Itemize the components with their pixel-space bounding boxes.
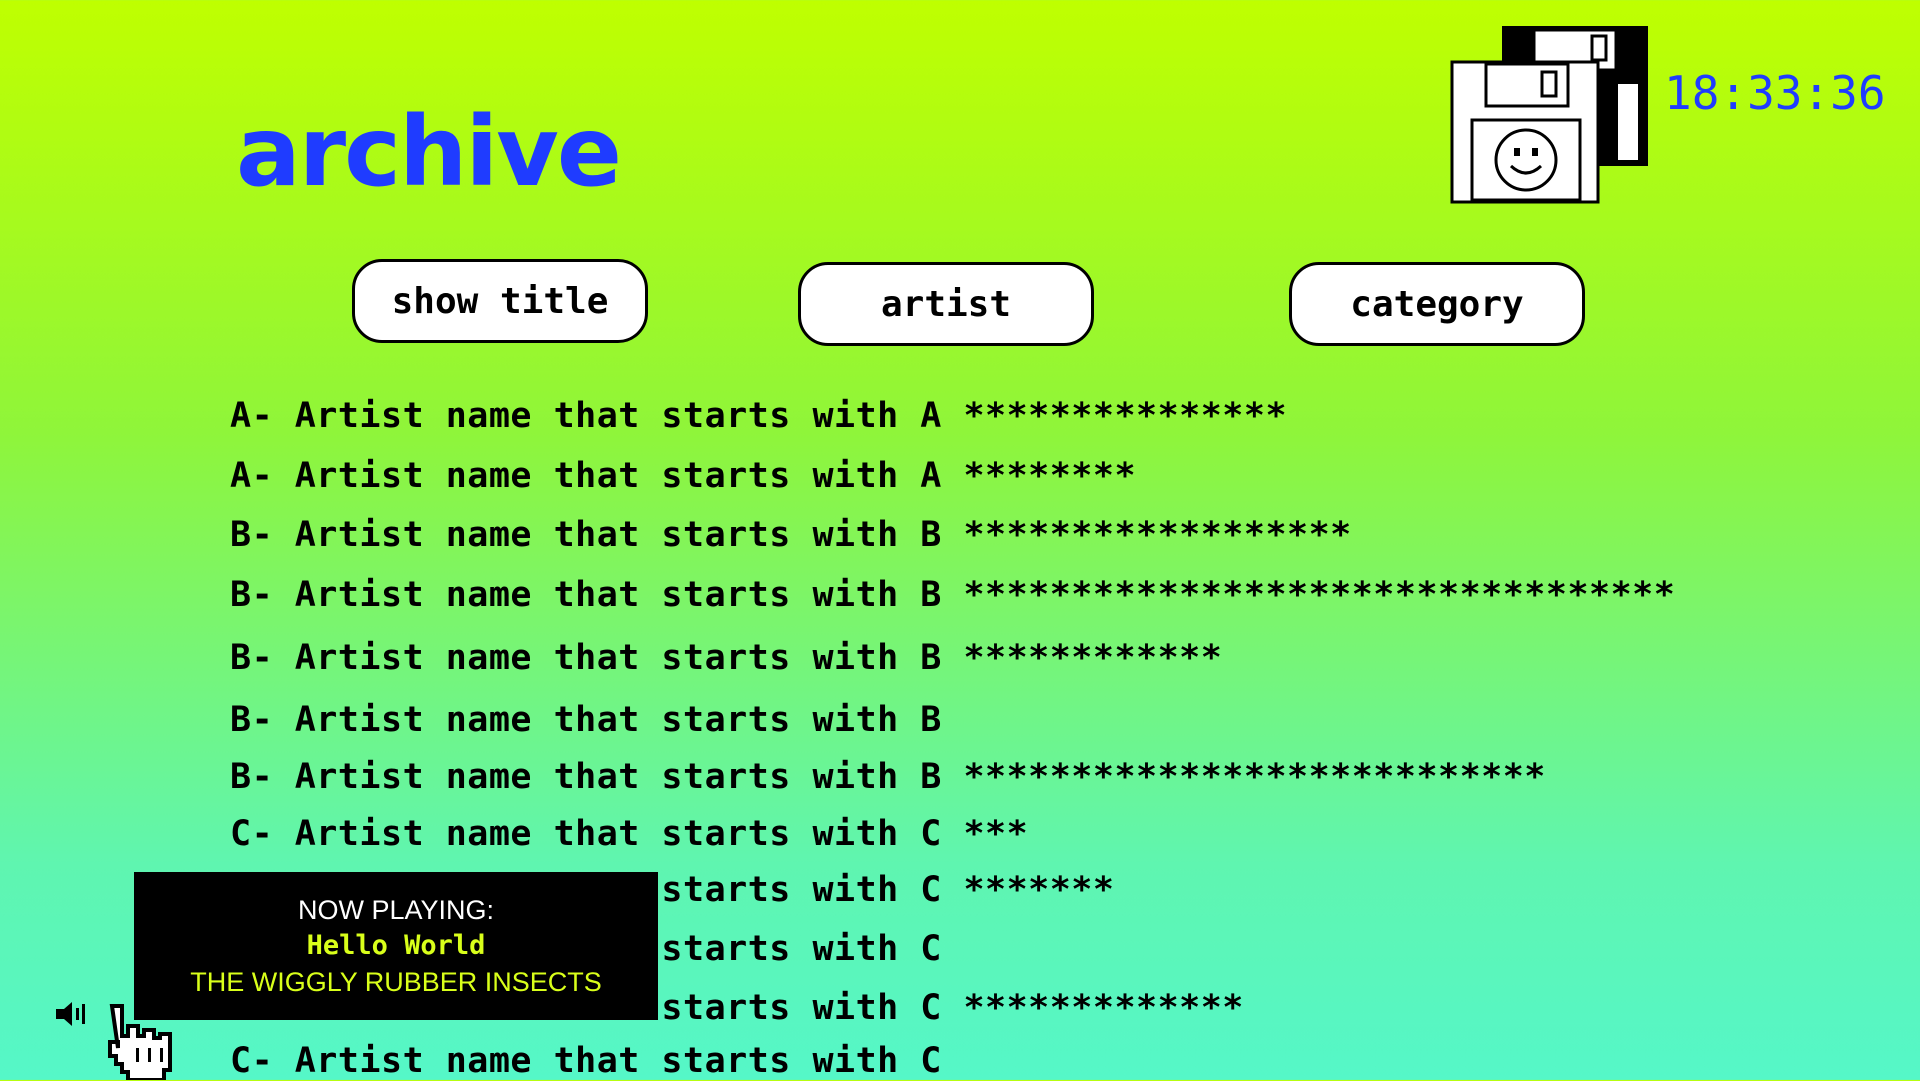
tab-show-title[interactable]: show title — [352, 259, 648, 343]
list-item[interactable]: B- Artist name that starts with B ******… — [230, 575, 1675, 615]
page-title: archive — [236, 96, 622, 208]
tab-artist[interactable]: artist — [798, 262, 1094, 346]
list-item[interactable]: C- Artist name that starts with C *** — [230, 814, 1028, 854]
list-item[interactable]: B- Artist name that starts with B ******… — [230, 757, 1546, 797]
tab-show-title-label: show title — [391, 280, 609, 322]
hand-pointer-icon — [108, 1004, 172, 1080]
tab-artist-label: artist — [880, 283, 1012, 325]
tab-category[interactable]: category — [1289, 262, 1585, 346]
list-item[interactable]: A- Artist name that starts with A ******… — [230, 456, 1136, 496]
now-playing-song: Hello World — [306, 930, 486, 961]
now-playing-label: NOW PLAYING: — [297, 895, 495, 925]
now-playing-panel: NOW PLAYING: Hello World THE WIGGLY RUBB… — [134, 872, 658, 1020]
now-playing-artist: THE WIGGLY RUBBER INSECTS — [190, 967, 602, 997]
list-item[interactable]: C- Artist name that starts with C — [230, 1041, 942, 1081]
list-item[interactable]: B- Artist name that starts with B ******… — [230, 515, 1352, 555]
tab-category-label: category — [1350, 283, 1524, 325]
list-item[interactable]: B- Artist name that starts with B — [230, 700, 942, 740]
clock: 18:33:36 — [1664, 66, 1886, 120]
speaker-volume-icon[interactable] — [54, 998, 88, 1030]
floppy-disk-icon — [1450, 26, 1648, 204]
list-item[interactable]: A- Artist name that starts with A ******… — [230, 396, 1287, 436]
list-item[interactable]: B- Artist name that starts with B ******… — [230, 638, 1222, 678]
